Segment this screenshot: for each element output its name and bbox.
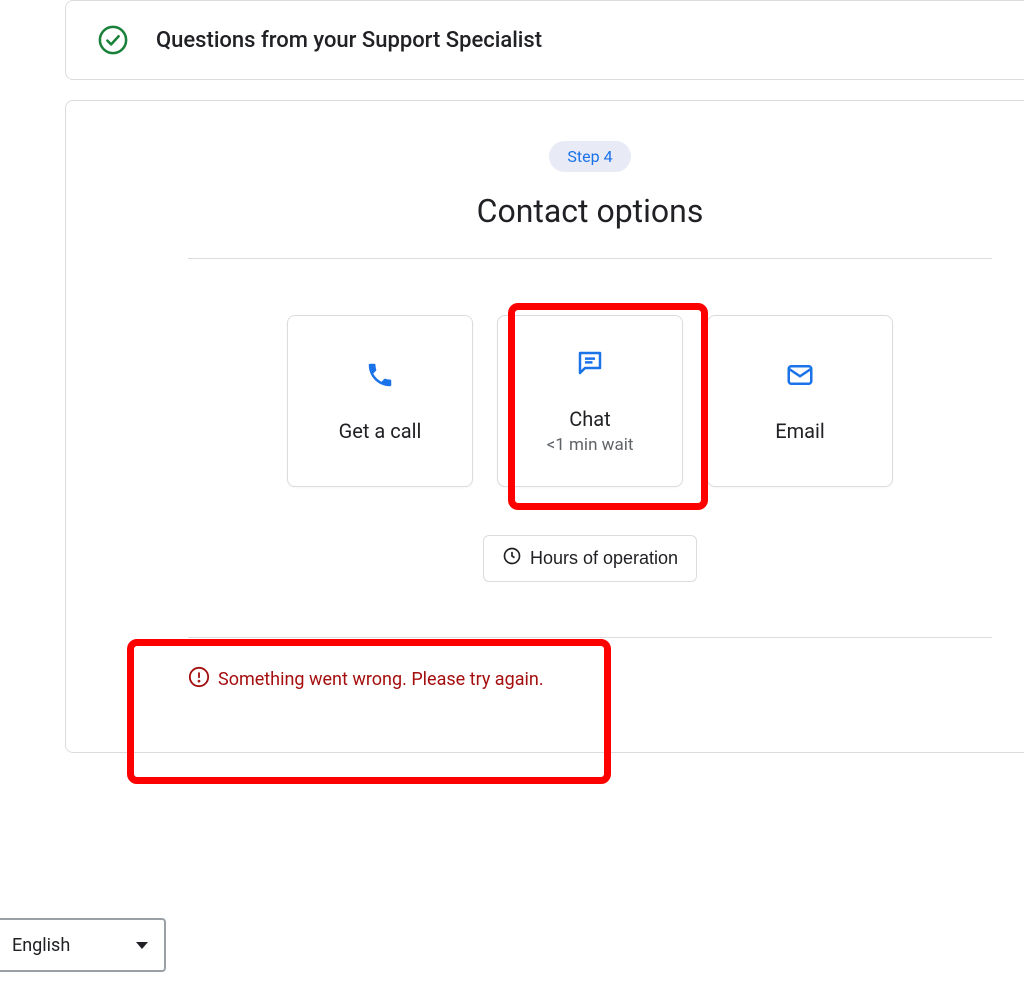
hours-of-operation-label: Hours of operation — [530, 548, 678, 569]
contact-options-title: Contact options — [188, 192, 992, 230]
error-icon — [188, 666, 210, 692]
questions-panel[interactable]: Questions from your Support Specialist — [65, 0, 1024, 80]
error-message-row: Something went wrong. Please try again. — [188, 666, 992, 692]
contact-options-row: Get a call Chat <1 min wait Email — [98, 315, 992, 487]
email-card[interactable]: Email — [707, 315, 893, 487]
check-circle-icon — [98, 25, 128, 55]
email-icon — [784, 359, 816, 391]
divider-2 — [188, 637, 992, 638]
error-message-text: Something went wrong. Please try again. — [218, 669, 544, 690]
get-a-call-card[interactable]: Get a call — [287, 315, 473, 487]
chat-label: Chat — [569, 407, 610, 431]
chat-wait-time: <1 min wait — [547, 435, 634, 455]
chat-icon — [574, 347, 606, 379]
get-a-call-label: Get a call — [339, 419, 422, 443]
hours-of-operation-button[interactable]: Hours of operation — [483, 535, 697, 582]
contact-options-panel: Step 4 Contact options Get a call Chat <… — [65, 100, 1024, 753]
clock-icon — [502, 546, 522, 571]
divider — [188, 258, 992, 259]
language-selected-label: English — [12, 935, 70, 956]
chat-card[interactable]: Chat <1 min wait — [497, 315, 683, 487]
questions-panel-title: Questions from your Support Specialist — [156, 28, 542, 53]
email-label: Email — [775, 419, 825, 443]
phone-icon — [364, 359, 396, 391]
step-chip: Step 4 — [549, 141, 630, 172]
language-select[interactable]: English — [0, 918, 166, 972]
chevron-down-icon — [136, 942, 148, 949]
